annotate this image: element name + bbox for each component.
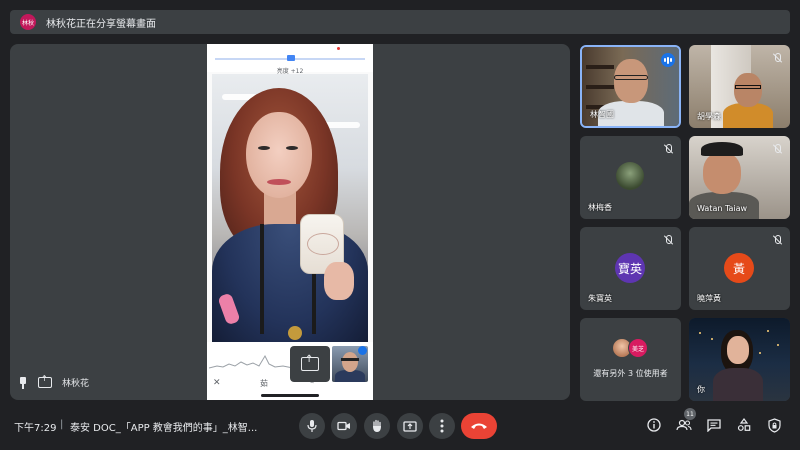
participant-tile[interactable]: Watan Taiaw <box>689 136 790 219</box>
info-icon <box>647 418 661 432</box>
self-glasses <box>341 358 359 361</box>
more-vert-icon <box>440 419 444 433</box>
participant-letter-avatar: 黃 <box>724 253 754 283</box>
mic-off-icon <box>773 53 782 62</box>
microphone-button[interactable] <box>299 413 325 439</box>
others-count-text: 還有另外 3 位使用者 <box>593 369 668 378</box>
mic-off-icon <box>664 144 673 153</box>
brightness-slider-knob <box>287 55 295 61</box>
host-controls-button[interactable] <box>766 417 782 433</box>
participant-name: 朱寶英 <box>588 294 612 303</box>
right-eye <box>286 146 298 150</box>
presenter-name: 林秋花 <box>62 379 90 389</box>
bottom-control-bar: 下午7:29 | 泰安 DOC_「APP 教會我們的事」_林智... 11 <box>0 405 800 450</box>
close-icon: ✕ <box>213 378 221 388</box>
people-icon <box>676 419 692 431</box>
title-separator: | <box>60 419 64 430</box>
participant-name: 林智國 <box>590 110 614 119</box>
stage-footer: 林秋花 <box>18 374 90 389</box>
camera-button[interactable] <box>331 413 357 439</box>
hand <box>324 262 354 300</box>
meeting-title: 泰安 DOC_「APP 教會我們的事」_林智... <box>70 423 258 434</box>
lanyard-left <box>260 224 264 334</box>
text-tool-icon: 茹 <box>260 379 268 388</box>
shield-lock-icon <box>767 417 781 433</box>
speaking-indicator-icon <box>661 53 675 67</box>
present-screen-button[interactable] <box>397 413 423 439</box>
raise-hand-icon <box>373 419 381 432</box>
participant-tile[interactable]: 黃 曉萍黃 <box>689 227 790 310</box>
histogram-graph <box>209 354 293 369</box>
city-light <box>767 330 769 332</box>
hang-up-icon <box>471 423 487 429</box>
participant-tile[interactable]: 寶英 朱寶英 <box>580 227 681 310</box>
mic-off-icon <box>773 144 782 153</box>
city-light <box>759 352 761 354</box>
raise-hand-button[interactable] <box>364 413 390 439</box>
participant-face <box>614 59 648 103</box>
presenter-avatar: 林秋 <box>20 14 36 30</box>
participant-name: 胡學森 <box>697 112 721 121</box>
participant-tile[interactable]: 林智國 <box>580 45 681 128</box>
camera-preview <box>212 74 368 342</box>
participant-name: Watan Taiaw <box>697 204 748 213</box>
bookshelf <box>586 85 614 89</box>
sharing-status-text: 林秋花正在分享螢幕畫面 <box>46 18 156 30</box>
participant-tile[interactable]: 林梅香 <box>580 136 681 219</box>
participant-count-badge: 11 <box>684 408 696 420</box>
pin-icon[interactable] <box>18 376 28 389</box>
activities-icon <box>737 418 751 431</box>
participant-avatar <box>616 162 644 190</box>
woman-face <box>246 112 312 198</box>
present-now-button[interactable] <box>290 346 330 382</box>
participant-face <box>703 152 741 194</box>
city-light <box>699 332 701 334</box>
chat-icon <box>707 418 721 432</box>
recording-dot <box>337 47 340 50</box>
participant-body <box>713 368 763 401</box>
leave-call-button[interactable] <box>461 413 497 439</box>
city-light <box>711 338 713 340</box>
presentation-stage[interactable]: 亮度 +12 ✕ 茹 ✎ ↑ ↑ 林秋花 <box>10 44 570 400</box>
participant-cap <box>701 142 743 156</box>
home-indicator <box>261 394 319 397</box>
pendant <box>288 326 302 340</box>
bookshelf <box>586 65 614 69</box>
lips <box>267 179 291 185</box>
participant-name: 你 <box>697 385 705 394</box>
participant-name: 曉萍黃 <box>697 294 721 303</box>
self-tile[interactable]: 你 <box>689 318 790 401</box>
self-view-badge <box>358 346 367 355</box>
participant-name: 林梅香 <box>588 203 612 212</box>
mic-off-icon <box>664 235 673 244</box>
left-eye <box>258 146 270 150</box>
participant-tile[interactable]: 胡學森 <box>689 45 790 128</box>
meeting-details-button[interactable] <box>646 417 662 433</box>
other-participant-letter-avatar: 美芝 <box>628 338 648 358</box>
participant-face <box>727 336 749 364</box>
more-options-button[interactable] <box>429 413 455 439</box>
participant-glasses <box>735 85 761 89</box>
presenting-icon <box>38 374 52 388</box>
sharing-banner: 林秋 林秋花正在分享螢幕畫面 <box>10 10 790 34</box>
present-screen-icon <box>403 420 417 432</box>
present-screen-icon <box>301 354 319 371</box>
others-tile[interactable]: 美芝 還有另外 3 位使用者 <box>580 318 681 401</box>
self-face <box>342 352 358 372</box>
others-avatars: 美芝 <box>612 338 652 360</box>
participant-face <box>734 73 762 107</box>
meeting-clock: 下午7:29 <box>14 423 57 434</box>
chat-button[interactable] <box>706 417 722 433</box>
microphone-icon <box>307 420 317 432</box>
city-light <box>777 344 779 346</box>
activities-button[interactable] <box>736 417 752 433</box>
product-jar-label <box>307 233 339 255</box>
participant-letter-avatar: 寶英 <box>615 253 645 283</box>
ceiling-light <box>324 122 360 128</box>
participant-glasses <box>614 75 648 80</box>
mic-off-icon <box>773 235 782 244</box>
camera-icon <box>337 421 350 431</box>
